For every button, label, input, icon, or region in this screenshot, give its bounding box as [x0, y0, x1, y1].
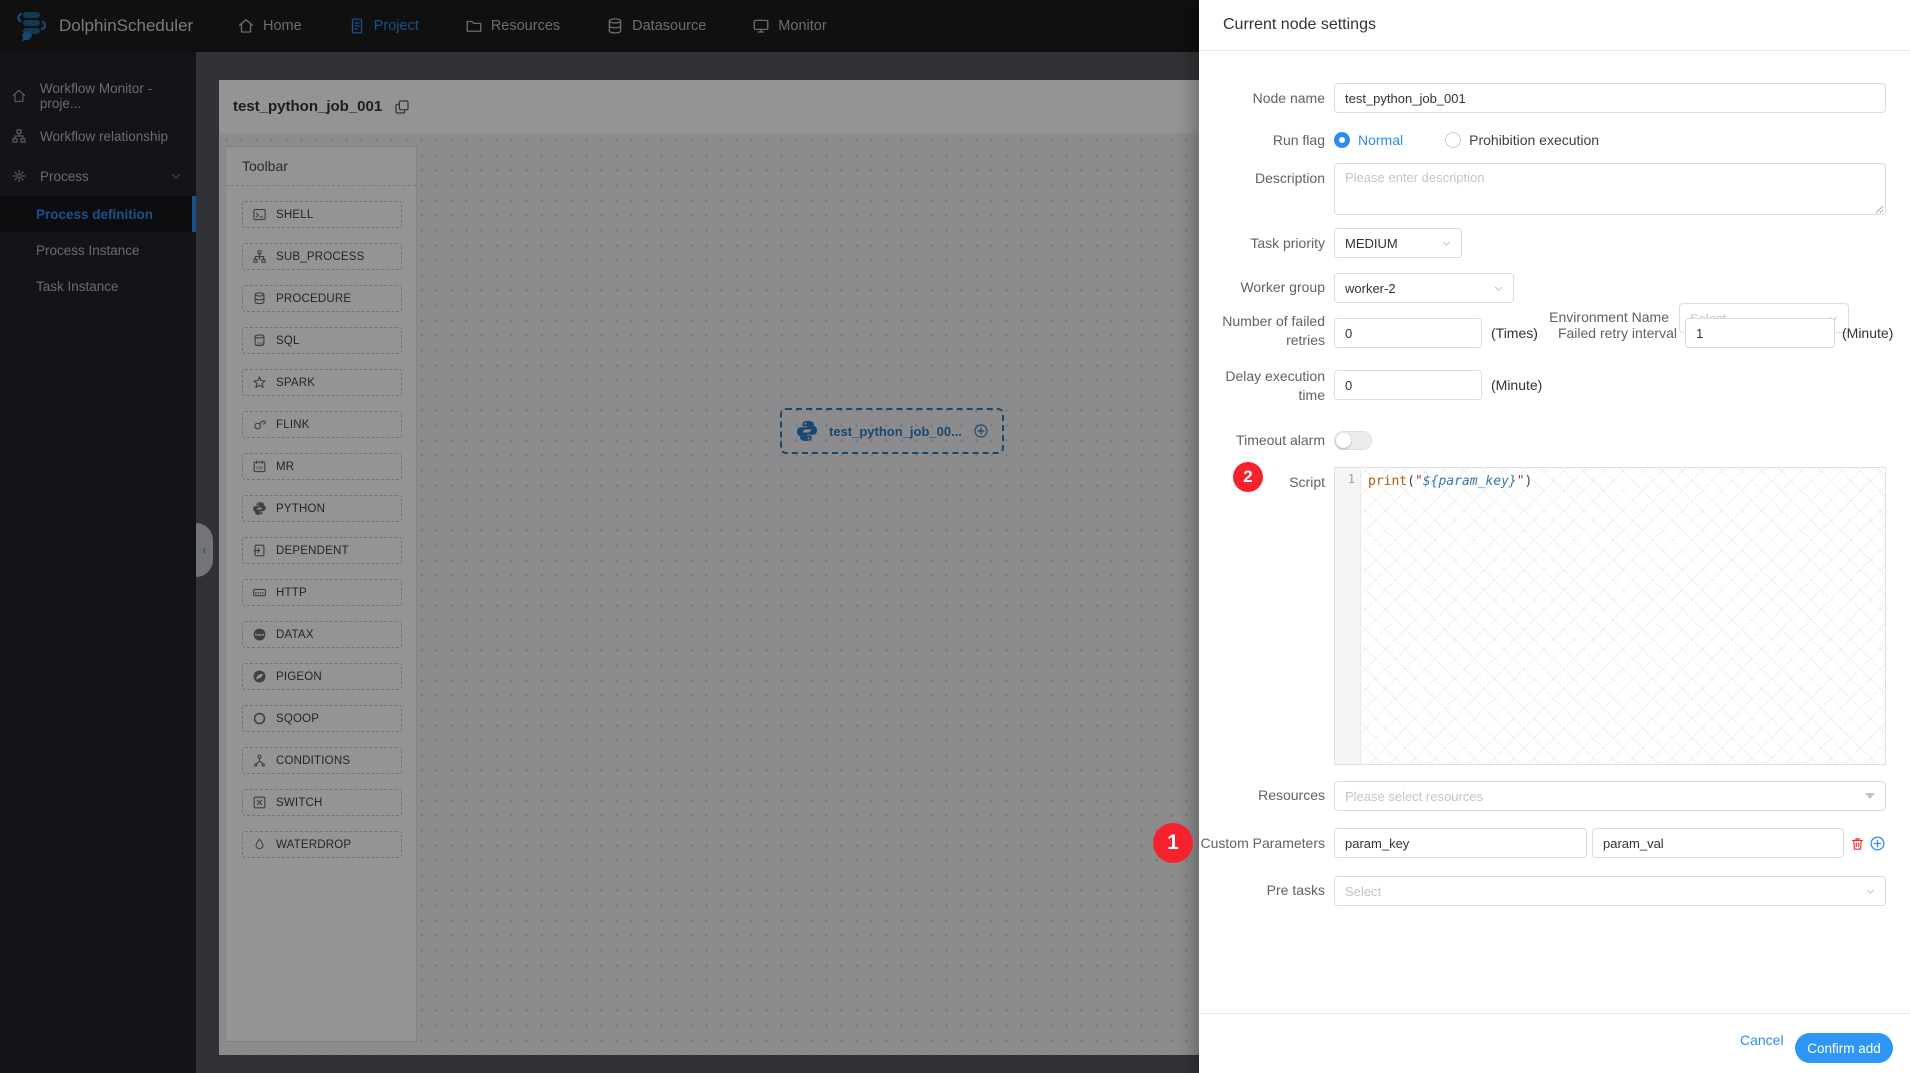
triangle-down-icon [1865, 793, 1875, 799]
param-key-input[interactable] [1334, 828, 1587, 858]
radio-unselected-icon [1445, 132, 1462, 148]
worker-group-row: Worker group worker-2 Environment Name S… [1199, 273, 1910, 333]
add-parameter-icon[interactable] [1869, 835, 1886, 852]
pre-tasks-select[interactable]: Select [1334, 876, 1886, 906]
node-name-row: Node name [1199, 83, 1910, 113]
drawer-header: Current node settings [1199, 0, 1910, 51]
worker-group-select[interactable]: worker-2 [1334, 273, 1514, 303]
resources-row: Resources Please select resources [1199, 781, 1910, 811]
task-priority-select[interactable]: MEDIUM [1334, 228, 1462, 258]
chevron-down-icon [1865, 886, 1876, 897]
timeout-row: Timeout alarm [1199, 431, 1910, 450]
chevron-down-icon [1493, 283, 1504, 294]
resize-grip-icon[interactable] [1875, 205, 1884, 214]
editor-code-line[interactable]: print("${param_key}") [1361, 468, 1885, 764]
run-flag-normal-radio[interactable]: Normal [1334, 132, 1403, 148]
drawer-footer: Cancel Confirm add [1199, 1013, 1910, 1073]
editor-gutter: 1 [1335, 468, 1361, 764]
annotation-badge-1: 1 [1153, 823, 1193, 863]
retries-row: Number of failed retries (Times) Failed … [1199, 313, 1910, 348]
retry-interval-input[interactable] [1685, 318, 1835, 348]
annotation-badge-2: 2 [1233, 462, 1263, 492]
run-flag-prohibition-radio[interactable]: Prohibition execution [1445, 132, 1599, 148]
run-flag-row: Run flag Normal Prohibition execution [1272, 132, 1600, 148]
node-settings-drawer: Current node settings Node name Run flag… [1199, 0, 1910, 1073]
trash-icon[interactable] [1850, 835, 1865, 852]
confirm-add-button[interactable]: Confirm add [1795, 1033, 1893, 1063]
chevron-down-icon [1441, 238, 1452, 249]
delay-input[interactable] [1334, 370, 1482, 400]
timeout-alarm-toggle[interactable] [1334, 431, 1372, 450]
pre-tasks-row: Pre tasks Select [1199, 876, 1910, 906]
resources-select[interactable]: Please select resources [1334, 781, 1886, 811]
delay-row: Delay execution time (Minute) [1199, 368, 1910, 403]
cancel-button[interactable]: Cancel [1740, 1032, 1784, 1048]
node-name-input[interactable] [1334, 83, 1886, 113]
script-code-editor[interactable]: 1 print("${param_key}") [1334, 467, 1886, 765]
custom-parameters-row: Custom Parameters [1199, 828, 1910, 858]
drawer-title: Current node settings [1223, 16, 1376, 33]
param-value-input[interactable] [1592, 828, 1844, 858]
radio-selected-icon [1334, 132, 1350, 148]
toggle-knob [1336, 433, 1351, 448]
task-priority-row: Task priority MEDIUM [1199, 228, 1910, 258]
retries-input[interactable] [1334, 318, 1482, 348]
description-textarea[interactable] [1334, 163, 1886, 215]
